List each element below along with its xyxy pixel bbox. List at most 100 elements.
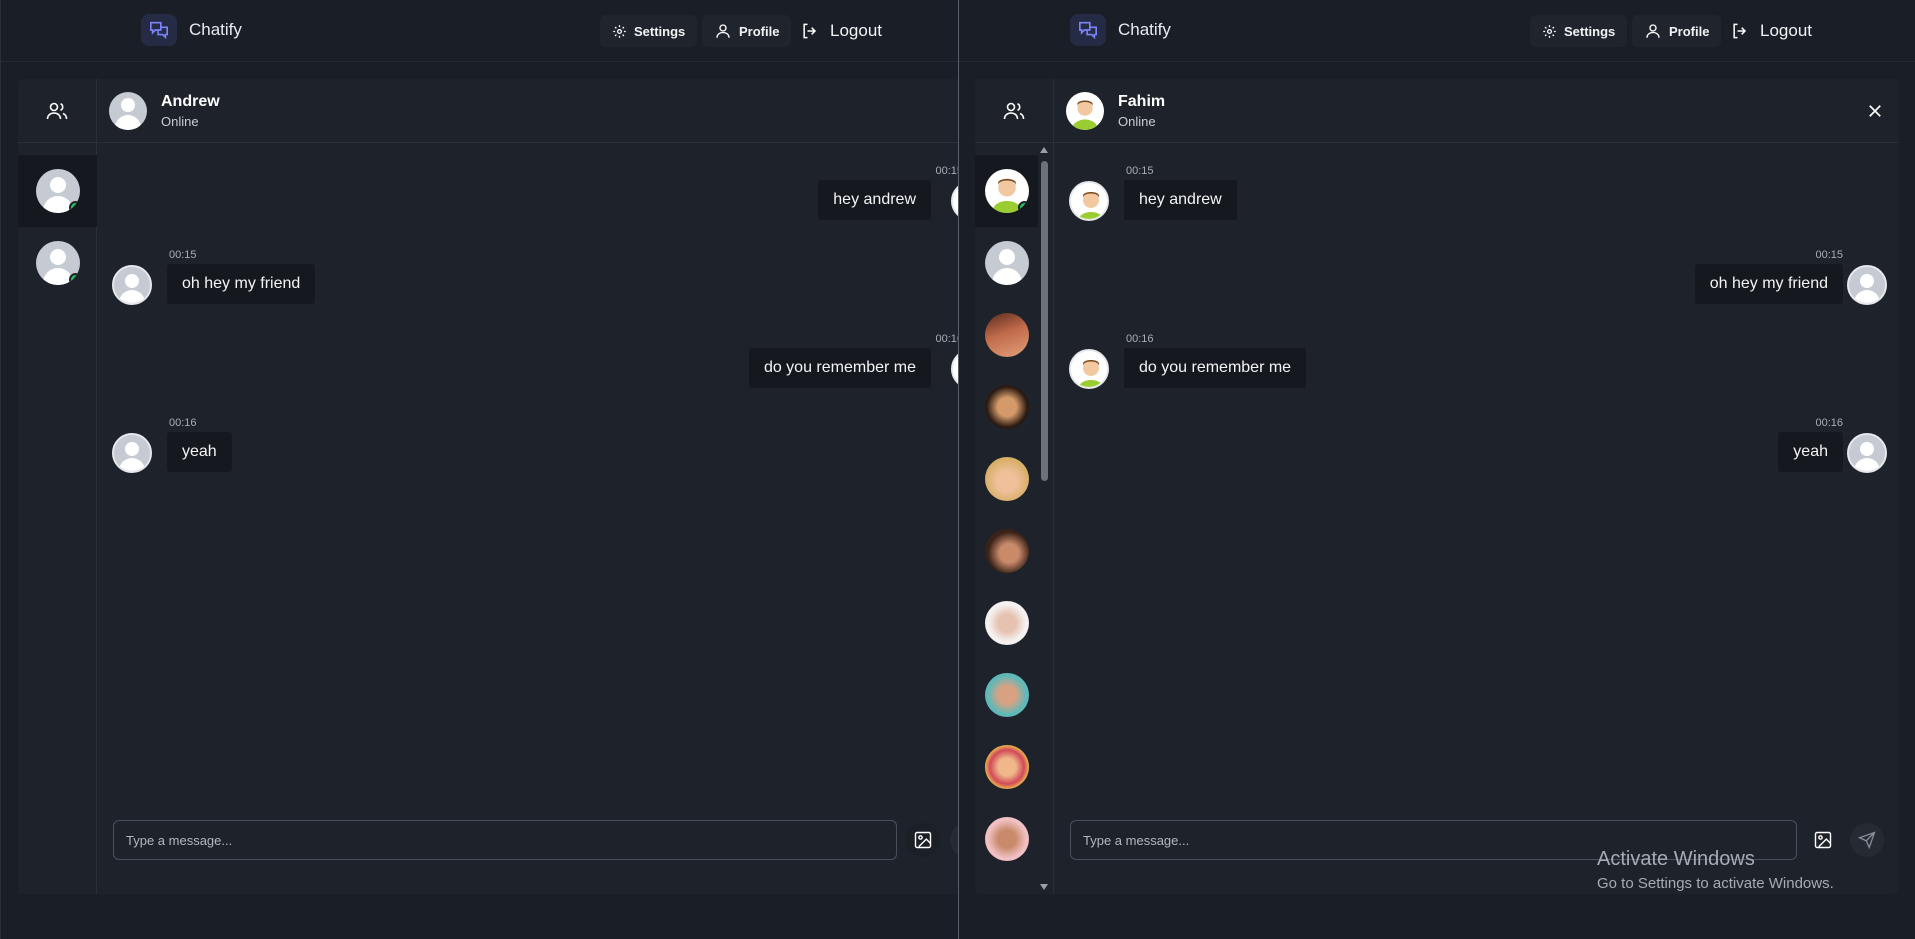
message-received: 00:16 yeah bbox=[97, 417, 958, 477]
message-bubble: do you remember me bbox=[748, 348, 931, 388]
avatar bbox=[984, 745, 1029, 789]
message-received: 00:16 do you remember me bbox=[1054, 333, 1899, 393]
message-bubble: oh hey my friend bbox=[167, 264, 316, 304]
contact-avatar[interactable] bbox=[1066, 91, 1104, 130]
message-time: 00:15 bbox=[935, 165, 958, 177]
sender-avatar bbox=[1069, 349, 1109, 389]
message-time: 00:15 bbox=[1126, 165, 1154, 177]
message-time: 00:16 bbox=[1815, 417, 1843, 429]
avatar bbox=[35, 241, 80, 285]
contacts-sidebar bbox=[18, 79, 97, 894]
contact-item[interactable] bbox=[975, 299, 1038, 371]
message-time: 00:16 bbox=[935, 333, 958, 345]
chat-card: Andrew Online 00:15 hey andrew 00:15 oh … bbox=[18, 79, 958, 894]
profile-button[interactable]: Profile bbox=[702, 15, 792, 47]
message-bubble: hey andrew bbox=[818, 180, 931, 220]
contact-item[interactable] bbox=[975, 803, 1038, 875]
app-name: Chatify bbox=[1118, 20, 1171, 39]
scrollbar-thumb[interactable] bbox=[1041, 161, 1048, 481]
contact-status: Online bbox=[161, 113, 199, 129]
chat-logo-icon bbox=[1070, 14, 1106, 46]
message-bubble: yeah bbox=[167, 432, 232, 472]
message-bubble: do you remember me bbox=[1124, 348, 1307, 388]
logout-button[interactable]: Logout bbox=[796, 15, 886, 47]
logout-label: Logout bbox=[830, 21, 882, 40]
right-window: Chatify Settings Profile Logout Fahim On… bbox=[959, 0, 1915, 939]
contacts-scrollbar[interactable] bbox=[1038, 143, 1050, 894]
watermark-subtitle: Go to Settings to activate Windows. bbox=[1597, 875, 1834, 892]
settings-button[interactable]: Settings bbox=[1530, 15, 1628, 47]
message-received: 00:15 hey andrew bbox=[1054, 165, 1899, 225]
contact-name: Andrew bbox=[161, 92, 220, 110]
scroll-up-arrow-icon[interactable] bbox=[1040, 147, 1048, 153]
scroll-down-arrow-icon[interactable] bbox=[1040, 884, 1048, 890]
contact-item[interactable] bbox=[975, 227, 1038, 299]
avatar bbox=[984, 169, 1029, 213]
message-sent: 00:16 do you remember me bbox=[97, 333, 958, 393]
contact-item-fahim[interactable] bbox=[975, 155, 1038, 227]
user-icon bbox=[716, 24, 730, 38]
online-indicator bbox=[68, 273, 80, 285]
profile-button[interactable]: Profile bbox=[1632, 15, 1722, 47]
sender-avatar bbox=[951, 349, 958, 389]
image-icon bbox=[1814, 831, 1832, 849]
sender-avatar bbox=[951, 181, 958, 221]
attach-image-button[interactable] bbox=[906, 823, 940, 857]
settings-label: Settings bbox=[1564, 23, 1616, 39]
send-icon bbox=[1858, 831, 1876, 849]
send-button[interactable] bbox=[1850, 823, 1884, 857]
close-icon bbox=[1869, 105, 1881, 117]
user-icon bbox=[1646, 24, 1660, 38]
message-input[interactable] bbox=[113, 820, 897, 860]
send-button[interactable] bbox=[950, 823, 958, 857]
gear-icon bbox=[1543, 24, 1556, 38]
brand[interactable]: Chatify bbox=[141, 14, 242, 46]
app-name: Chatify bbox=[189, 20, 242, 39]
contact-list bbox=[975, 155, 1038, 875]
message-bubble: hey andrew bbox=[1124, 180, 1237, 220]
message-bubble: yeah bbox=[1778, 432, 1843, 472]
contact-avatar[interactable] bbox=[109, 91, 147, 130]
contact-item[interactable] bbox=[18, 227, 97, 299]
avatar bbox=[984, 457, 1029, 501]
message-time: 00:16 bbox=[169, 417, 197, 429]
users-icon bbox=[46, 102, 68, 119]
contact-item[interactable] bbox=[975, 731, 1038, 803]
message-bubble: oh hey my friend bbox=[1694, 264, 1843, 304]
contact-item[interactable] bbox=[975, 587, 1038, 659]
contact-status: Online bbox=[1118, 113, 1156, 129]
logout-icon bbox=[803, 23, 817, 39]
chat-card: Fahim Online 00:15 hey andrew 00:15 oh h… bbox=[975, 79, 1899, 894]
brand[interactable]: Chatify bbox=[1070, 14, 1171, 46]
message-sent: 00:15 oh hey my friend bbox=[1054, 249, 1899, 309]
contact-item[interactable] bbox=[975, 515, 1038, 587]
contacts-header[interactable] bbox=[18, 79, 96, 143]
message-time: 00:15 bbox=[169, 249, 197, 261]
contact-item-andrew[interactable] bbox=[18, 155, 97, 227]
avatar bbox=[984, 529, 1029, 573]
navbar: Chatify Settings Profile Logout bbox=[959, 0, 1915, 62]
left-window: Chatify Settings Profile Logout Andrew O… bbox=[0, 0, 958, 939]
message-received: 00:15 oh hey my friend bbox=[97, 249, 958, 309]
contacts-sidebar bbox=[975, 79, 1054, 894]
contact-item[interactable] bbox=[975, 659, 1038, 731]
chat-logo-icon bbox=[141, 14, 177, 46]
contacts-header[interactable] bbox=[975, 79, 1053, 143]
avatar bbox=[984, 241, 1029, 285]
sender-avatar bbox=[112, 433, 152, 473]
avatar bbox=[984, 313, 1029, 357]
users-icon bbox=[1003, 102, 1025, 119]
logout-button[interactable]: Logout bbox=[1726, 15, 1816, 47]
windows-activation-watermark: Activate Windows Go to Settings to activ… bbox=[1597, 848, 1834, 892]
chat-header: Andrew Online bbox=[97, 79, 958, 143]
contact-item[interactable] bbox=[975, 443, 1038, 515]
image-icon bbox=[914, 831, 932, 849]
avatar bbox=[984, 817, 1029, 861]
message-list: 00:15 hey andrew 00:15 oh hey my friend … bbox=[1054, 143, 1899, 804]
contact-item[interactable] bbox=[975, 371, 1038, 443]
chat-header: Fahim Online bbox=[1054, 79, 1899, 143]
settings-button[interactable]: Settings bbox=[600, 15, 698, 47]
close-chat-button[interactable] bbox=[1863, 99, 1887, 123]
sender-avatar bbox=[1069, 181, 1109, 221]
sender-avatar bbox=[1847, 265, 1887, 305]
